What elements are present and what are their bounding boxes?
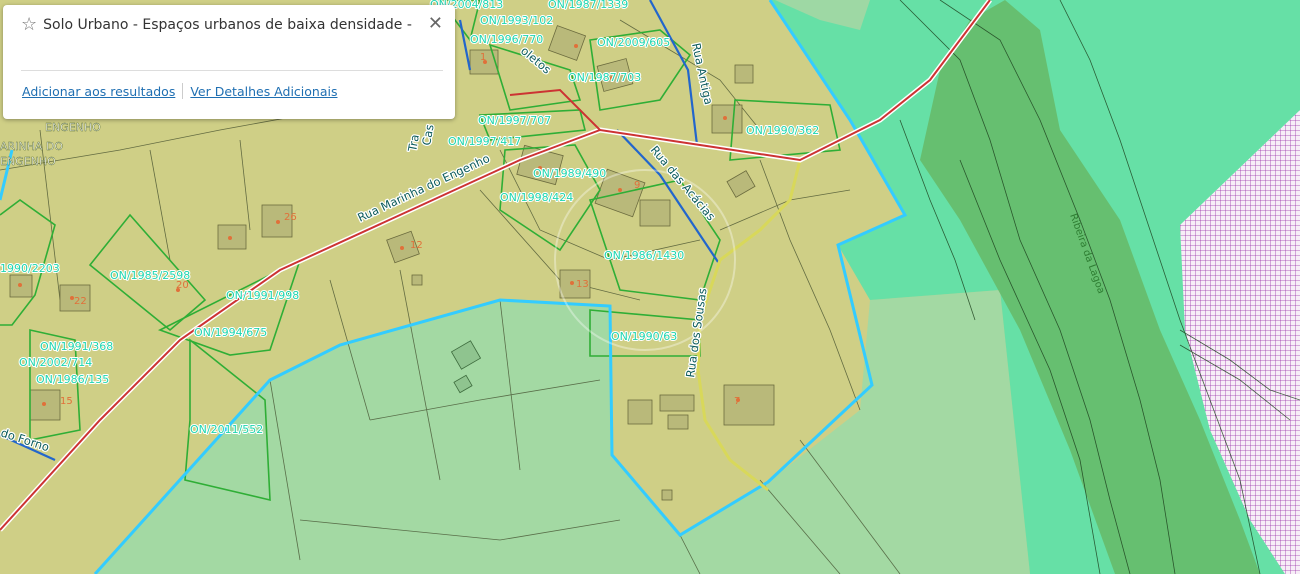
- parcel-label: ON/1986/1430: [604, 249, 684, 262]
- parcel-label: ON/2002/714: [19, 356, 92, 369]
- action-separator: [182, 83, 184, 99]
- place-label: ENGENHO: [0, 155, 56, 168]
- parcel-label: ON/1993/102: [480, 14, 553, 27]
- parcel-label: ON/1998/424: [500, 191, 573, 204]
- parcel-label: ON/1990/362: [746, 124, 819, 137]
- house-number: 7: [734, 396, 740, 407]
- house-number: 26: [284, 212, 297, 223]
- popup-title: Solo Urbano - Espaços urbanos de baixa d…: [43, 17, 412, 33]
- parcel-label: ON/1989/490: [533, 167, 606, 180]
- parcel-label: 1990/2203: [0, 262, 60, 275]
- view-details-link[interactable]: Ver Detalhes Adicionais: [190, 84, 337, 99]
- parcel-label: ON/1985/2598: [110, 269, 190, 282]
- house-number: 9: [634, 180, 640, 191]
- close-icon[interactable]: ✕: [428, 13, 443, 34]
- star-icon[interactable]: ☆: [21, 16, 37, 34]
- parcel-label: ON/1991/998: [226, 289, 299, 302]
- parcel-label: ON/1991/368: [40, 340, 113, 353]
- place-label: ARINHA DO: [0, 140, 63, 153]
- parcel-label: ON/1990/63: [611, 330, 677, 343]
- parcel-label: ON/1986/135: [36, 373, 109, 386]
- parcel-label: ON/1997/417: [448, 135, 521, 148]
- parcel-label: ON/1994/675: [194, 326, 267, 339]
- house-number: 1: [480, 52, 486, 63]
- parcel-label: ON/1987/1339: [548, 0, 628, 11]
- parcel-label: ON/2011/552: [190, 423, 263, 436]
- info-popup: ☆ Solo Urbano - Espaços urbanos de baixa…: [3, 5, 455, 119]
- parcel-label: ON/2009/605: [597, 36, 670, 49]
- parcel-label: ON/1996/770: [470, 33, 543, 46]
- place-label: ENGENHO: [45, 121, 101, 134]
- house-number: 22: [74, 296, 87, 307]
- house-number: 15: [60, 396, 73, 407]
- add-to-results-link[interactable]: Adicionar aos resultados: [22, 84, 175, 99]
- house-number: 13: [576, 279, 589, 290]
- house-number: 12: [410, 240, 423, 251]
- popup-header: ☆ Solo Urbano - Espaços urbanos de baixa…: [21, 16, 412, 34]
- parcel-label: ON/1987/703: [568, 71, 641, 84]
- popup-actions: Adicionar aos resultados Ver Detalhes Ad…: [22, 83, 337, 99]
- parcel-label: ON/1997/707: [478, 114, 551, 127]
- popup-divider: [21, 70, 443, 71]
